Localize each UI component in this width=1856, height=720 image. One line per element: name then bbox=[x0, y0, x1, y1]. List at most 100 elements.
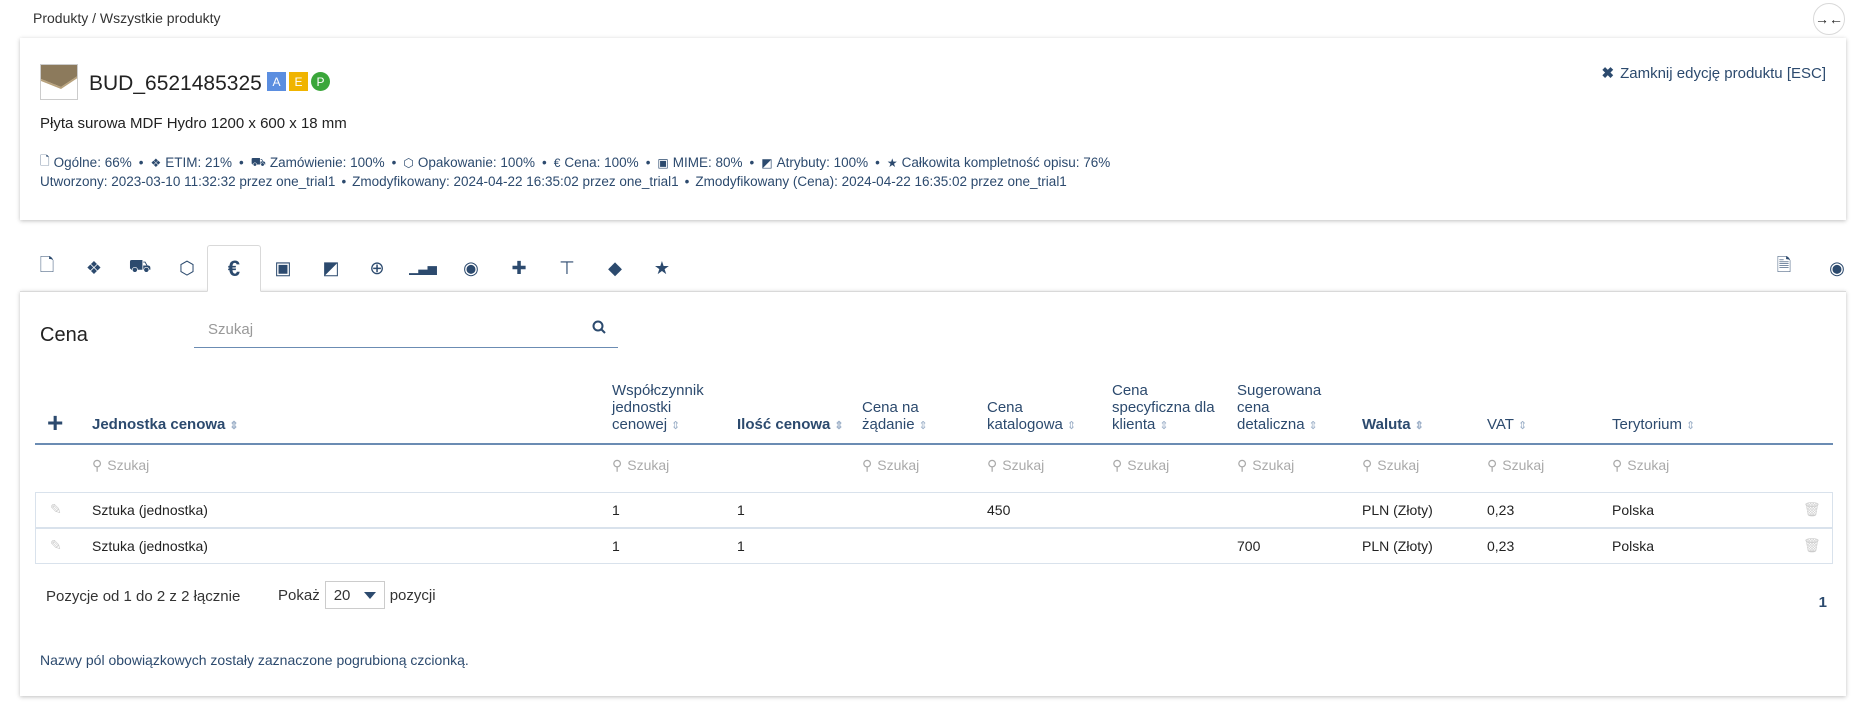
sort-icon[interactable]: ⇕ bbox=[1067, 420, 1076, 432]
column-filter[interactable]: ⚲ Szukaj bbox=[862, 457, 919, 474]
tab-eye[interactable]: ◉ bbox=[1810, 245, 1856, 291]
filter-placeholder: Szukaj bbox=[877, 457, 920, 473]
column-header[interactable]: Jednostka cenowa ⇕ bbox=[92, 416, 532, 435]
table-cell: 1 bbox=[612, 502, 620, 518]
tab-file[interactable]: 🗋 bbox=[20, 245, 74, 291]
tab-image[interactable]: ▣ bbox=[256, 245, 310, 291]
add-row-icon[interactable]: + bbox=[47, 409, 63, 437]
filter-placeholder: Szukaj bbox=[1127, 457, 1170, 473]
price-panel: Cena + Jednostka cenowa⇕Współczynnik jed… bbox=[20, 291, 1846, 696]
filter-placeholder: Szukaj bbox=[1627, 457, 1670, 473]
filter-placeholder: Szukaj bbox=[1252, 457, 1295, 473]
tab-star[interactable]: ★ bbox=[635, 245, 689, 291]
column-header[interactable]: Ilość cenowa ⇕ bbox=[737, 416, 847, 435]
column-header[interactable]: Współczynnik jednostki cenowej ⇕ bbox=[612, 382, 722, 435]
table-cell: PLN (Złoty) bbox=[1362, 502, 1433, 518]
sort-icon[interactable]: ⇕ bbox=[1415, 420, 1424, 432]
table-cell: Sztuka (jednostka) bbox=[92, 502, 208, 518]
separator: • bbox=[749, 155, 755, 170]
sort-icon[interactable]: ⇕ bbox=[671, 420, 680, 432]
show-label: Pokaż bbox=[278, 586, 320, 604]
filter-placeholder: Szukaj bbox=[1502, 457, 1545, 473]
column-filter[interactable]: ⚲ Szukaj bbox=[1612, 457, 1669, 474]
filter-placeholder: Szukaj bbox=[107, 457, 150, 473]
column-header[interactable]: Sugerowana cena detaliczna ⇕ bbox=[1237, 382, 1347, 435]
table-cell: Sztuka (jednostka) bbox=[92, 538, 208, 554]
search-icon[interactable] bbox=[592, 320, 606, 339]
tab-tag[interactable]: ◆ bbox=[588, 245, 642, 291]
column-label: Cena katalogowa bbox=[987, 399, 1063, 433]
eye-icon: ◉ bbox=[1829, 257, 1845, 278]
sitemap-icon: ⊤ bbox=[559, 257, 575, 278]
image-icon: ▣ bbox=[657, 155, 669, 170]
globe-icon: ◉ bbox=[463, 257, 479, 278]
image-icon: ▣ bbox=[274, 257, 292, 278]
collapse-button[interactable]: →← bbox=[1813, 3, 1845, 35]
table-cell: 1 bbox=[737, 538, 745, 554]
tab-euro[interactable]: € bbox=[207, 245, 261, 292]
column-header[interactable]: Cena specyficzna dla klienta ⇕ bbox=[1112, 382, 1222, 435]
tab-puzzle[interactable]: ✚ bbox=[492, 245, 546, 291]
stat-label: Zamówienie: 100% bbox=[269, 155, 385, 170]
close-edit-button[interactable]: ✖ Zamknij edycję produktu [ESC] bbox=[1602, 64, 1827, 82]
euro-icon: € bbox=[553, 155, 561, 170]
tag-icon: ◆ bbox=[608, 257, 622, 278]
tab-box[interactable]: ⬡ bbox=[160, 245, 214, 291]
search-input[interactable] bbox=[194, 312, 574, 346]
table-row[interactable]: ✎ Sztuka (jednostka) 1 1 450 PLN (Złoty) 0,23 P… bbox=[35, 492, 1833, 528]
trash-icon[interactable]: 🗑 bbox=[1803, 501, 1821, 518]
column-filter[interactable]: ⚲ Szukaj bbox=[1112, 457, 1169, 474]
note-icon: ◩ bbox=[322, 257, 340, 278]
stat-label: Opakowanie: 100% bbox=[417, 155, 535, 170]
pencil-icon[interactable]: ✎ bbox=[50, 537, 62, 554]
file-icon: 🗋 bbox=[39, 255, 55, 275]
column-header[interactable]: Waluta ⇕ bbox=[1362, 416, 1472, 435]
collapse-arrows-icon: →← bbox=[1815, 11, 1843, 27]
sort-icon[interactable]: ⇕ bbox=[834, 420, 843, 432]
table-header: + Jednostka cenowa ⇕ Współczynnik jednostk… bbox=[35, 382, 1833, 445]
sort-icon[interactable]: ⇕ bbox=[919, 420, 928, 432]
column-filter[interactable]: ⚲ Szukaj bbox=[1362, 457, 1419, 474]
tab-truck[interactable]: ⛟ bbox=[113, 245, 167, 291]
column-filter[interactable]: ⚲ Szukaj bbox=[92, 457, 149, 474]
sort-icon[interactable]: ⇕ bbox=[229, 420, 238, 432]
tab-document[interactable]: 🗎 bbox=[1757, 245, 1811, 291]
separator: • bbox=[138, 155, 144, 170]
column-label: Współczynnik jednostki cenowej bbox=[612, 382, 704, 433]
search-icon: ⚲ bbox=[1487, 457, 1498, 473]
column-filter[interactable]: ⚲ Szukaj bbox=[612, 457, 669, 474]
box-icon: ⬡ bbox=[403, 155, 414, 170]
table-row[interactable]: ✎ Sztuka (jednostka) 1 1 700 PLN (Złoty) 0,23 P… bbox=[35, 528, 1833, 564]
column-filter[interactable]: ⚲ Szukaj bbox=[1237, 457, 1294, 474]
trash-icon[interactable]: 🗑 bbox=[1803, 537, 1821, 554]
column-header[interactable]: VAT ⇕ bbox=[1487, 416, 1597, 435]
page-size-select[interactable]: 20 bbox=[324, 581, 385, 609]
tab-signal[interactable]: ▁▃▅ bbox=[396, 245, 450, 291]
column-filter[interactable]: ⚲ Szukaj bbox=[987, 457, 1044, 474]
column-header[interactable]: Cena na żądanie ⇕ bbox=[862, 399, 972, 435]
tab-globe[interactable]: ◉ bbox=[444, 245, 498, 291]
page-size-value: 20 bbox=[333, 587, 351, 604]
created-info: Utworzony: 2023-03-10 11:32:32 przez one… bbox=[40, 174, 336, 189]
separator: • bbox=[239, 155, 244, 170]
page-link[interactable]: 1 bbox=[1819, 594, 1827, 611]
sort-icon[interactable]: ⇕ bbox=[1159, 420, 1168, 432]
column-filter[interactable]: ⚲ Szukaj bbox=[1487, 457, 1544, 474]
product-meta: Utworzony: 2023-03-10 11:32:32 przez one… bbox=[40, 174, 1067, 189]
tab-sitemap[interactable]: ⊤ bbox=[540, 245, 594, 291]
sort-icon[interactable]: ⇕ bbox=[1686, 420, 1695, 432]
search-icon: ⚲ bbox=[862, 457, 873, 473]
sort-icon[interactable]: ⇕ bbox=[1518, 420, 1527, 432]
filter-placeholder: Szukaj bbox=[1002, 457, 1045, 473]
search-icon: ⚲ bbox=[612, 457, 623, 473]
product-thumbnail[interactable] bbox=[40, 64, 78, 100]
sort-icon[interactable]: ⇕ bbox=[1309, 420, 1318, 432]
etim-icon: ❖ bbox=[150, 155, 162, 170]
pencil-icon[interactable]: ✎ bbox=[50, 501, 62, 518]
column-header[interactable]: Terytorium ⇕ bbox=[1612, 416, 1722, 435]
breadcrumb[interactable]: Produkty / Wszystkie produkty bbox=[33, 10, 221, 26]
table-cell: 1 bbox=[612, 538, 620, 554]
search-icon: ⚲ bbox=[1237, 457, 1248, 473]
table-cell: Polska bbox=[1612, 538, 1655, 554]
column-header[interactable]: Cena katalogowa ⇕ bbox=[987, 399, 1097, 435]
